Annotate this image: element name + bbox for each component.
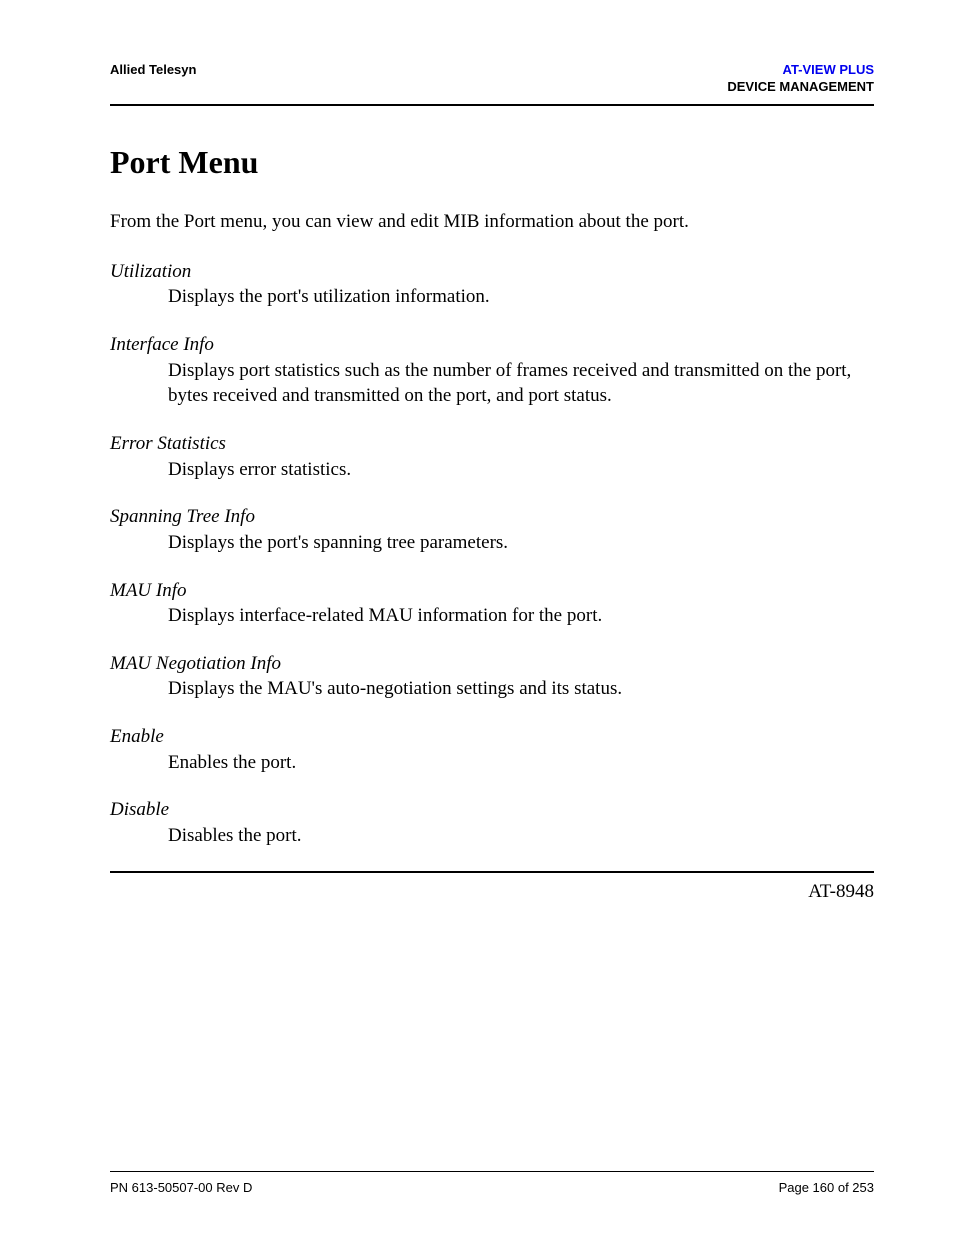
page-content: Port Menu From the Port menu, you can vi… xyxy=(110,106,874,1171)
header-product-name: AT-VIEW PLUS xyxy=(727,62,874,79)
definition-item: EnableEnables the port. xyxy=(110,724,874,775)
page-footer: PN 613-50507-00 Rev D Page 160 of 253 xyxy=(110,1171,874,1195)
definition-item: MAU Negotiation InfoDisplays the MAU's a… xyxy=(110,651,874,702)
page-header: Allied Telesyn AT-VIEW PLUS DEVICE MANAG… xyxy=(110,62,874,106)
definition-term: MAU Negotiation Info xyxy=(110,651,874,677)
device-model: AT-8948 xyxy=(110,881,874,903)
header-product: AT-VIEW PLUS DEVICE MANAGEMENT xyxy=(727,62,874,96)
definition-description: Disables the port. xyxy=(168,823,874,849)
definition-term: Spanning Tree Info xyxy=(110,504,874,530)
definition-term: MAU Info xyxy=(110,578,874,604)
section-divider xyxy=(110,871,874,873)
definition-item: MAU InfoDisplays interface-related MAU i… xyxy=(110,578,874,629)
page-title: Port Menu xyxy=(110,144,874,181)
definition-description: Displays the port's utilization informat… xyxy=(168,284,874,310)
definition-term: Disable xyxy=(110,797,874,823)
definition-description: Displays port statistics such as the num… xyxy=(168,358,874,409)
definition-term: Enable xyxy=(110,724,874,750)
header-company: Allied Telesyn xyxy=(110,62,196,77)
definition-description: Enables the port. xyxy=(168,750,874,776)
definition-term: Utilization xyxy=(110,259,874,285)
definition-item: DisableDisables the port. xyxy=(110,797,874,848)
definition-description: Displays interface-related MAU informati… xyxy=(168,603,874,629)
footer-page-number: Page 160 of 253 xyxy=(779,1180,874,1195)
header-section-name: DEVICE MANAGEMENT xyxy=(727,79,874,96)
definition-item: Interface InfoDisplays port statistics s… xyxy=(110,332,874,409)
definition-description: Displays the port's spanning tree parame… xyxy=(168,530,874,556)
definition-item: Spanning Tree InfoDisplays the port's sp… xyxy=(110,504,874,555)
definition-term: Interface Info xyxy=(110,332,874,358)
definition-item: UtilizationDisplays the port's utilizati… xyxy=(110,259,874,310)
definition-description: Displays the MAU's auto-negotiation sett… xyxy=(168,676,874,702)
definitions-list: UtilizationDisplays the port's utilizati… xyxy=(110,259,874,849)
definition-term: Error Statistics xyxy=(110,431,874,457)
definition-item: Error StatisticsDisplays error statistic… xyxy=(110,431,874,482)
footer-part-number: PN 613-50507-00 Rev D xyxy=(110,1180,252,1195)
intro-paragraph: From the Port menu, you can view and edi… xyxy=(110,211,874,233)
definition-description: Displays error statistics. xyxy=(168,457,874,483)
